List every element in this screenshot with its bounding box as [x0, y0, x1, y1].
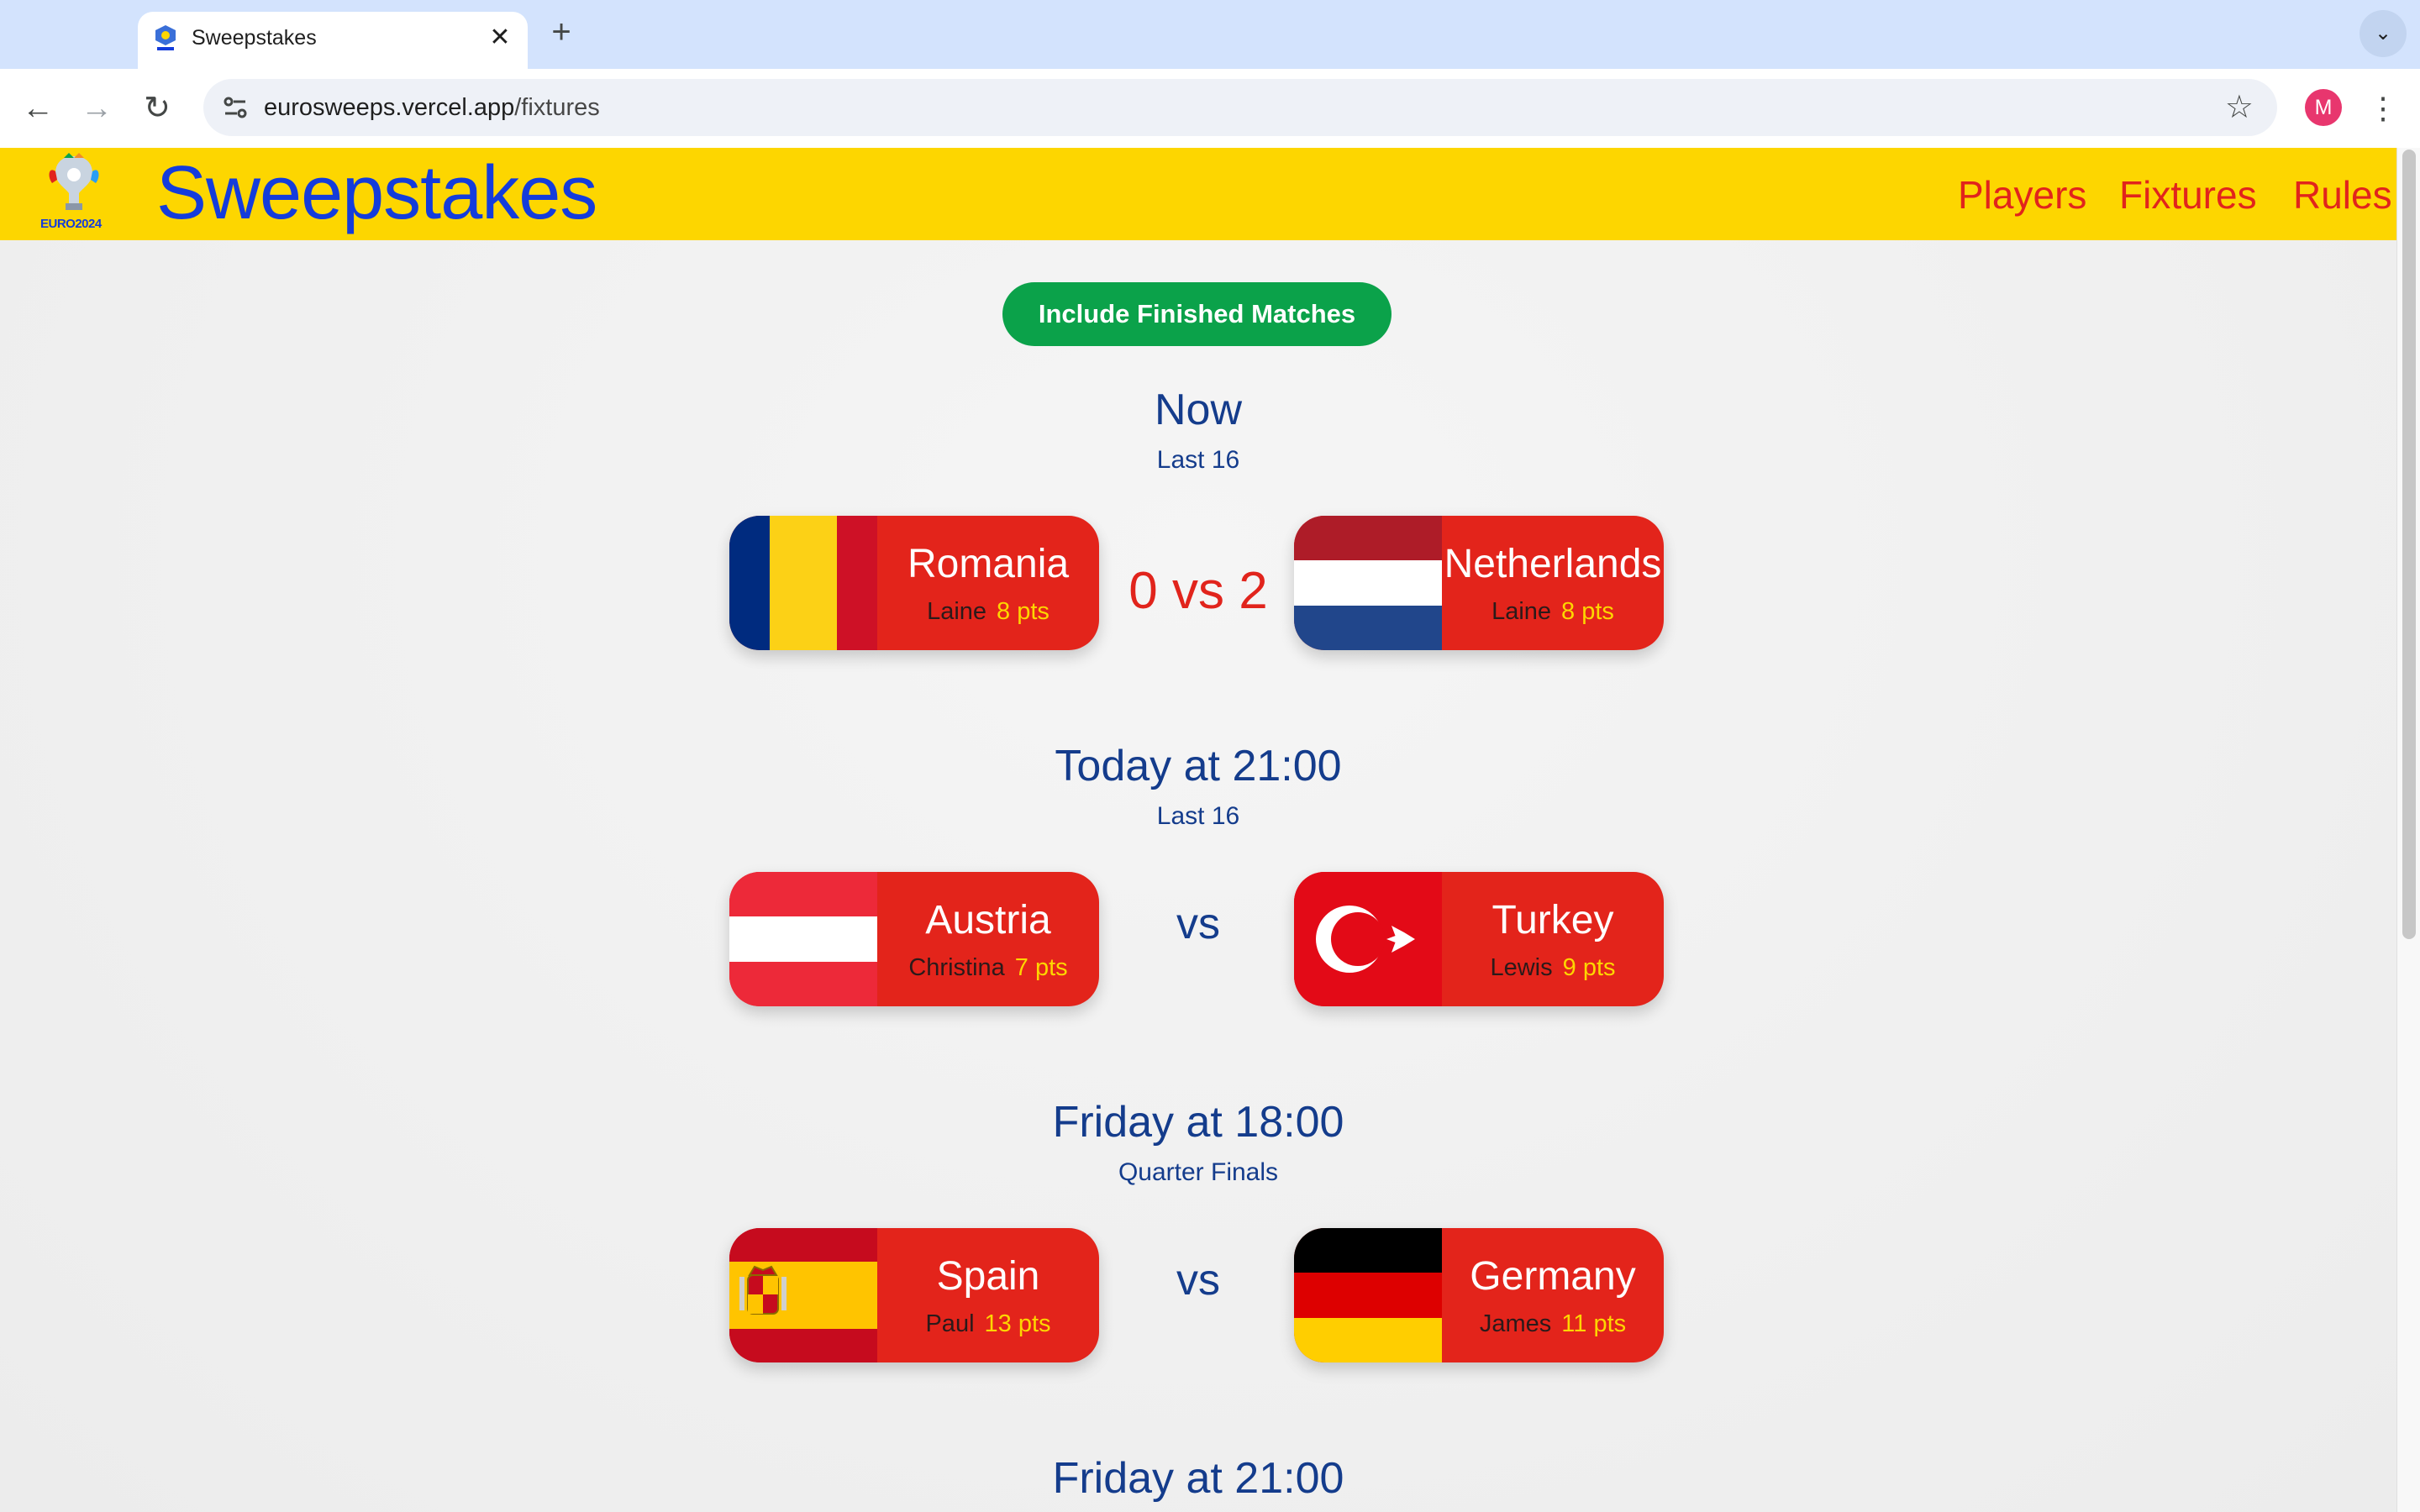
site-info-icon[interactable] — [218, 91, 252, 124]
euro-favicon-icon — [155, 25, 176, 50]
owner-name: Laine — [927, 598, 987, 625]
browser-tabstrip: Sweepstakes ✕ + ⌄ — [0, 0, 2420, 69]
fixture-time: Friday at 18:00 — [1052, 1098, 1344, 1147]
fixture-time: Now — [1154, 386, 1243, 434]
url-path: /fixtures — [514, 94, 600, 121]
team-name: Turkey — [1491, 898, 1614, 942]
team-name: Austria — [925, 898, 1051, 942]
reload-icon[interactable]: ↻ — [136, 87, 178, 129]
team-card-spain[interactable]: Spain Paul 13 pts — [729, 1228, 1099, 1362]
tab-search-chevron-icon[interactable]: ⌄ — [2360, 10, 2407, 57]
owner-name: James — [1479, 1310, 1552, 1337]
team-owner-points: Laine 8 pts — [1442, 596, 1664, 627]
profile-avatar[interactable]: M — [2305, 89, 2342, 126]
back-arrow-icon[interactable]: ← — [17, 87, 59, 129]
browser-toolbar: ← → ↻ eurosweeps.vercel.app/fixtures ☆ M… — [0, 69, 2420, 148]
logo-text: EURO2024 — [40, 217, 102, 231]
site-title[interactable]: Sweepstakes — [156, 151, 597, 235]
points: 7 pts — [1014, 954, 1068, 981]
points: 13 pts — [984, 1310, 1051, 1337]
nav-link-players[interactable]: Players — [1958, 171, 2086, 218]
team-name: Netherlands — [1444, 542, 1662, 586]
nav-link-rules[interactable]: Rules — [2293, 171, 2392, 218]
netherlands-flag — [1294, 516, 1442, 650]
versus-label: vs — [1176, 900, 1220, 948]
team-owner-points: Christina 7 pts — [877, 953, 1099, 983]
scrollbar-thumb[interactable] — [2402, 150, 2416, 939]
team-card-turkey[interactable]: Turkey Lewis 9 pts — [1294, 872, 1664, 1006]
close-tab-icon[interactable]: ✕ — [486, 24, 514, 52]
team-card-austria[interactable]: Austria Christina 7 pts — [729, 872, 1099, 1006]
romania-flag — [729, 516, 877, 650]
points: 11 pts — [1561, 1310, 1627, 1337]
team-owner-points: Paul 13 pts — [877, 1309, 1099, 1339]
points: 8 pts — [1561, 598, 1614, 625]
tab-title: Sweepstakes — [192, 26, 317, 50]
fixture-stage: Last 16 — [1156, 802, 1240, 830]
team-name: Germany — [1470, 1254, 1636, 1299]
site-header: EURO2024 Sweepstakes Players Fixtures Ru… — [0, 148, 2396, 240]
euro2024-logo[interactable]: EURO2024 — [35, 151, 113, 239]
trophy-logo-icon — [49, 153, 99, 210]
address-bar[interactable]: eurosweeps.vercel.app/fixtures ☆ — [203, 79, 2277, 136]
owner-name: Paul — [925, 1310, 975, 1337]
turkey-flag — [1294, 872, 1442, 1006]
fixture-stage: Quarter Finals — [1118, 1158, 1279, 1186]
team-card-germany[interactable]: Germany James 11 pts — [1294, 1228, 1664, 1362]
points: 8 pts — [997, 598, 1050, 625]
points: 9 pts — [1562, 954, 1616, 981]
fixture-time: Today at 21:00 — [1055, 742, 1342, 790]
fixture-time: Friday at 21:00 — [1052, 1454, 1344, 1503]
team-owner-points: Laine 8 pts — [877, 596, 1099, 627]
owner-name: Christina — [908, 954, 1005, 981]
spain-flag — [729, 1228, 877, 1362]
nav-link-fixtures[interactable]: Fixtures — [2119, 171, 2257, 218]
team-owner-points: James 11 pts — [1442, 1309, 1664, 1339]
forward-arrow-icon[interactable]: → — [76, 87, 118, 129]
url-host: eurosweeps.vercel.app — [264, 94, 515, 121]
page-scrollbar[interactable] — [2396, 148, 2420, 1512]
owner-name: Lewis — [1490, 954, 1553, 981]
browser-tab[interactable]: Sweepstakes ✕ — [138, 12, 528, 69]
page-content: EURO2024 Sweepstakes Players Fixtures Ru… — [0, 148, 2396, 1512]
bookmark-star-icon[interactable]: ☆ — [2225, 89, 2254, 126]
team-owner-points: Lewis 9 pts — [1442, 953, 1664, 983]
austria-flag — [729, 872, 877, 1006]
new-tab-button[interactable]: + — [544, 15, 578, 49]
versus-label: vs — [1176, 1256, 1220, 1305]
fixture-stage: Last 16 — [1156, 446, 1240, 474]
team-name: Romania — [907, 542, 1070, 586]
team-card-romania[interactable]: Romania Laine 8 pts — [729, 516, 1099, 650]
team-card-netherlands[interactable]: Netherlands Laine 8 pts — [1294, 516, 1664, 650]
browser-menu-icon[interactable]: ⋮ — [2368, 87, 2398, 129]
match-score: 0 vs 2 — [1128, 562, 1268, 620]
germany-flag — [1294, 1228, 1442, 1362]
url-text[interactable]: eurosweeps.vercel.app/fixtures — [264, 92, 600, 123]
include-finished-matches-button[interactable]: Include Finished Matches — [1002, 282, 1392, 346]
team-name: Spain — [936, 1254, 1040, 1299]
owner-name: Laine — [1491, 598, 1552, 625]
